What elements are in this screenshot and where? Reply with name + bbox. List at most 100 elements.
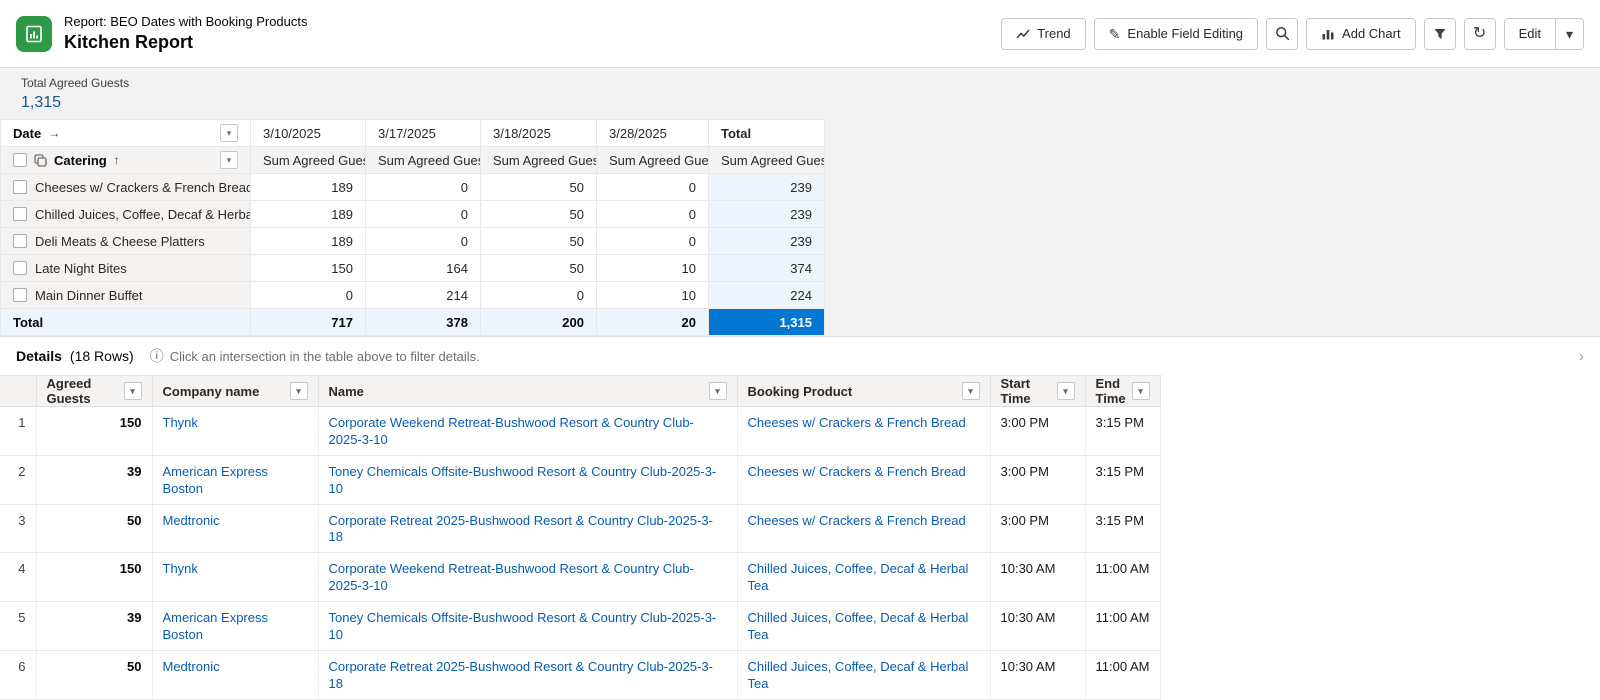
booking-product-link[interactable]: Cheeses w/ Crackers & French Bread — [737, 406, 991, 456]
pivot-table: Date → ▾ 3/10/2025 3/17/2025 3/18/2025 3… — [0, 119, 825, 336]
pivot-cell[interactable]: 50 — [480, 200, 597, 228]
pivot-cell[interactable]: 0 — [365, 200, 481, 228]
pivot-cell[interactable]: 189 — [250, 173, 366, 201]
booking-name-link[interactable]: Corporate Weekend Retreat-Bushwood Resor… — [318, 406, 738, 456]
pivot-row-total-cell[interactable]: 239 — [708, 227, 825, 255]
end-time-filter-button[interactable]: ▾ — [1131, 382, 1150, 400]
row-checkbox[interactable] — [13, 287, 27, 302]
catering-record-icon — [34, 153, 47, 167]
start-time-filter-button[interactable]: ▾ — [1056, 382, 1075, 400]
pivot-cell[interactable]: 0 — [250, 281, 366, 309]
agreed-guests-filter-button[interactable]: ▾ — [123, 382, 142, 400]
booking-name-link[interactable]: Toney Chemicals Offsite-Bushwood Resort … — [318, 455, 738, 505]
date-dimension-header[interactable]: Date → ▾ — [0, 119, 251, 147]
company-link[interactable]: American Express Boston — [152, 455, 319, 505]
edit-button[interactable]: Edit — [1503, 17, 1556, 50]
end-time-column-header[interactable]: End Time ▾ — [1085, 375, 1161, 407]
pivot-cell[interactable]: 189 — [250, 200, 366, 228]
company-link[interactable]: American Express Boston — [152, 601, 319, 651]
pivot-cell[interactable]: 0 — [596, 173, 709, 201]
pivot-cell[interactable]: 214 — [365, 281, 481, 309]
pivot-cell[interactable]: 50 — [480, 254, 597, 282]
booking-product-filter-button[interactable]: ▾ — [961, 382, 980, 400]
pivot-cell[interactable]: 0 — [480, 281, 597, 309]
pivot-row-total-cell[interactable]: 374 — [708, 254, 825, 282]
catering-row-menu-button[interactable]: ▾ — [220, 151, 238, 169]
sort-ascending-icon: ↑ — [113, 153, 120, 167]
booking-product-link[interactable]: Cheeses w/ Crackers & French Bread — [737, 455, 991, 505]
pivot-catering-header-row: Catering ↑ ▾ Sum Agreed Guests Sum Agree… — [0, 146, 825, 174]
pivot-cell[interactable]: 189 — [250, 227, 366, 255]
pivot-row-label[interactable]: Main Dinner Buffet — [0, 281, 251, 309]
pivot-cell[interactable]: 10 — [596, 254, 709, 282]
agreed-guests-cell: 39 — [36, 455, 153, 505]
catering-dimension-header[interactable]: Catering ↑ ▾ — [0, 146, 251, 174]
pivot-row-total-cell[interactable]: 239 — [708, 200, 825, 228]
pivot-cell[interactable]: 164 — [365, 254, 481, 282]
booking-name-link[interactable]: Corporate Retreat 2025-Bushwood Resort &… — [318, 504, 738, 554]
pivot-col-header[interactable]: 3/10/2025 — [250, 119, 366, 147]
add-chart-button[interactable]: Add Chart — [1306, 17, 1416, 50]
pivot-total-col-header[interactable]: Total — [708, 119, 825, 147]
pivot-grand-total-cell-selected[interactable]: 1,315 — [708, 308, 825, 336]
pivot-cell[interactable]: 50 — [480, 173, 597, 201]
chevron-down-icon: ▾ — [1565, 25, 1574, 42]
date-column-menu-button[interactable]: ▾ — [220, 124, 238, 142]
booking-product-column-header[interactable]: Booking Product ▾ — [737, 375, 991, 407]
name-column-header[interactable]: Name ▾ — [318, 375, 738, 407]
search-button[interactable] — [1266, 17, 1299, 50]
pivot-row-label[interactable]: Chilled Juices, Coffee, Decaf & Herbal T… — [0, 200, 251, 228]
pivot-row-total-cell[interactable]: 239 — [708, 173, 825, 201]
name-filter-button[interactable]: ▾ — [708, 382, 727, 400]
booking-name-link[interactable]: Corporate Weekend Retreat-Bushwood Resor… — [318, 552, 738, 603]
pivot-row-label[interactable]: Late Night Bites — [0, 254, 251, 282]
booking-product-link[interactable]: Chilled Juices, Coffee, Decaf & Herbal T… — [737, 552, 991, 603]
filter-button[interactable] — [1423, 17, 1456, 50]
company-link[interactable]: Medtronic — [152, 504, 319, 554]
select-all-checkbox[interactable] — [13, 153, 27, 167]
row-checkbox[interactable] — [13, 260, 27, 275]
pivot-total-cell[interactable]: 717 — [250, 308, 366, 336]
details-hint: ⓘ Click an intersection in the table abo… — [149, 348, 480, 364]
summary-label: Total Agreed Guests — [21, 76, 130, 90]
company-name-column-header[interactable]: Company name ▾ — [152, 375, 319, 407]
pivot-total-cell[interactable]: 20 — [596, 308, 709, 336]
start-time-column-header[interactable]: Start Time ▾ — [990, 375, 1086, 407]
pivot-cell[interactable]: 0 — [365, 227, 481, 255]
refresh-button[interactable]: ↻ — [1463, 17, 1496, 50]
booking-name-link[interactable]: Toney Chemicals Offsite-Bushwood Resort … — [318, 601, 738, 651]
company-filter-button[interactable]: ▾ — [289, 382, 308, 400]
booking-product-link[interactable]: Chilled Juices, Coffee, Decaf & Herbal T… — [737, 601, 991, 651]
pivot-cell[interactable]: 10 — [596, 281, 709, 309]
pivot-row-total-cell[interactable]: 224 — [708, 281, 825, 309]
pivot-cell[interactable]: 0 — [596, 227, 709, 255]
pivot-cell[interactable]: 150 — [250, 254, 366, 282]
pivot-total-cell[interactable]: 378 — [365, 308, 481, 336]
pivot-row-label[interactable]: Cheeses w/ Crackers & French Bread — [0, 173, 251, 201]
pivot-col-header[interactable]: 3/17/2025 — [365, 119, 481, 147]
company-link[interactable]: Medtronic — [152, 650, 319, 700]
pivot-row-label[interactable]: Deli Meats & Cheese Platters — [0, 227, 251, 255]
trend-button[interactable]: Trend — [1001, 17, 1086, 50]
edit-more-actions-button[interactable]: ▾ — [1556, 17, 1584, 50]
pivot-cell[interactable]: 0 — [365, 173, 481, 201]
company-link[interactable]: Thynk — [152, 552, 319, 603]
pivot-cell[interactable]: 50 — [480, 227, 597, 255]
agreed-guests-column-header[interactable]: Agreed Guests ▾ — [36, 375, 153, 407]
pivot-cell[interactable]: 0 — [596, 200, 709, 228]
details-bar: Details (18 Rows) ⓘ Click an intersectio… — [0, 337, 1600, 375]
pivot-total-cell[interactable]: 200 — [480, 308, 597, 336]
details-row: 2 39 American Express Boston Toney Chemi… — [0, 455, 1161, 505]
booking-product-link[interactable]: Cheeses w/ Crackers & French Bread — [737, 504, 991, 554]
row-checkbox[interactable] — [13, 233, 27, 248]
row-checkbox[interactable] — [13, 206, 27, 221]
pivot-col-header[interactable]: 3/18/2025 — [480, 119, 597, 147]
booking-product-link[interactable]: Chilled Juices, Coffee, Decaf & Herbal T… — [737, 650, 991, 700]
enable-field-editing-button[interactable]: ✎ Enable Field Editing — [1093, 17, 1259, 50]
row-checkbox[interactable] — [13, 179, 27, 194]
pivot-col-header[interactable]: 3/28/2025 — [596, 119, 709, 147]
booking-name-link[interactable]: Corporate Retreat 2025-Bushwood Resort &… — [318, 650, 738, 700]
chevron-right-icon[interactable]: › — [1579, 348, 1584, 365]
company-link[interactable]: Thynk — [152, 406, 319, 456]
agreed-guests-cell: 150 — [36, 552, 153, 603]
